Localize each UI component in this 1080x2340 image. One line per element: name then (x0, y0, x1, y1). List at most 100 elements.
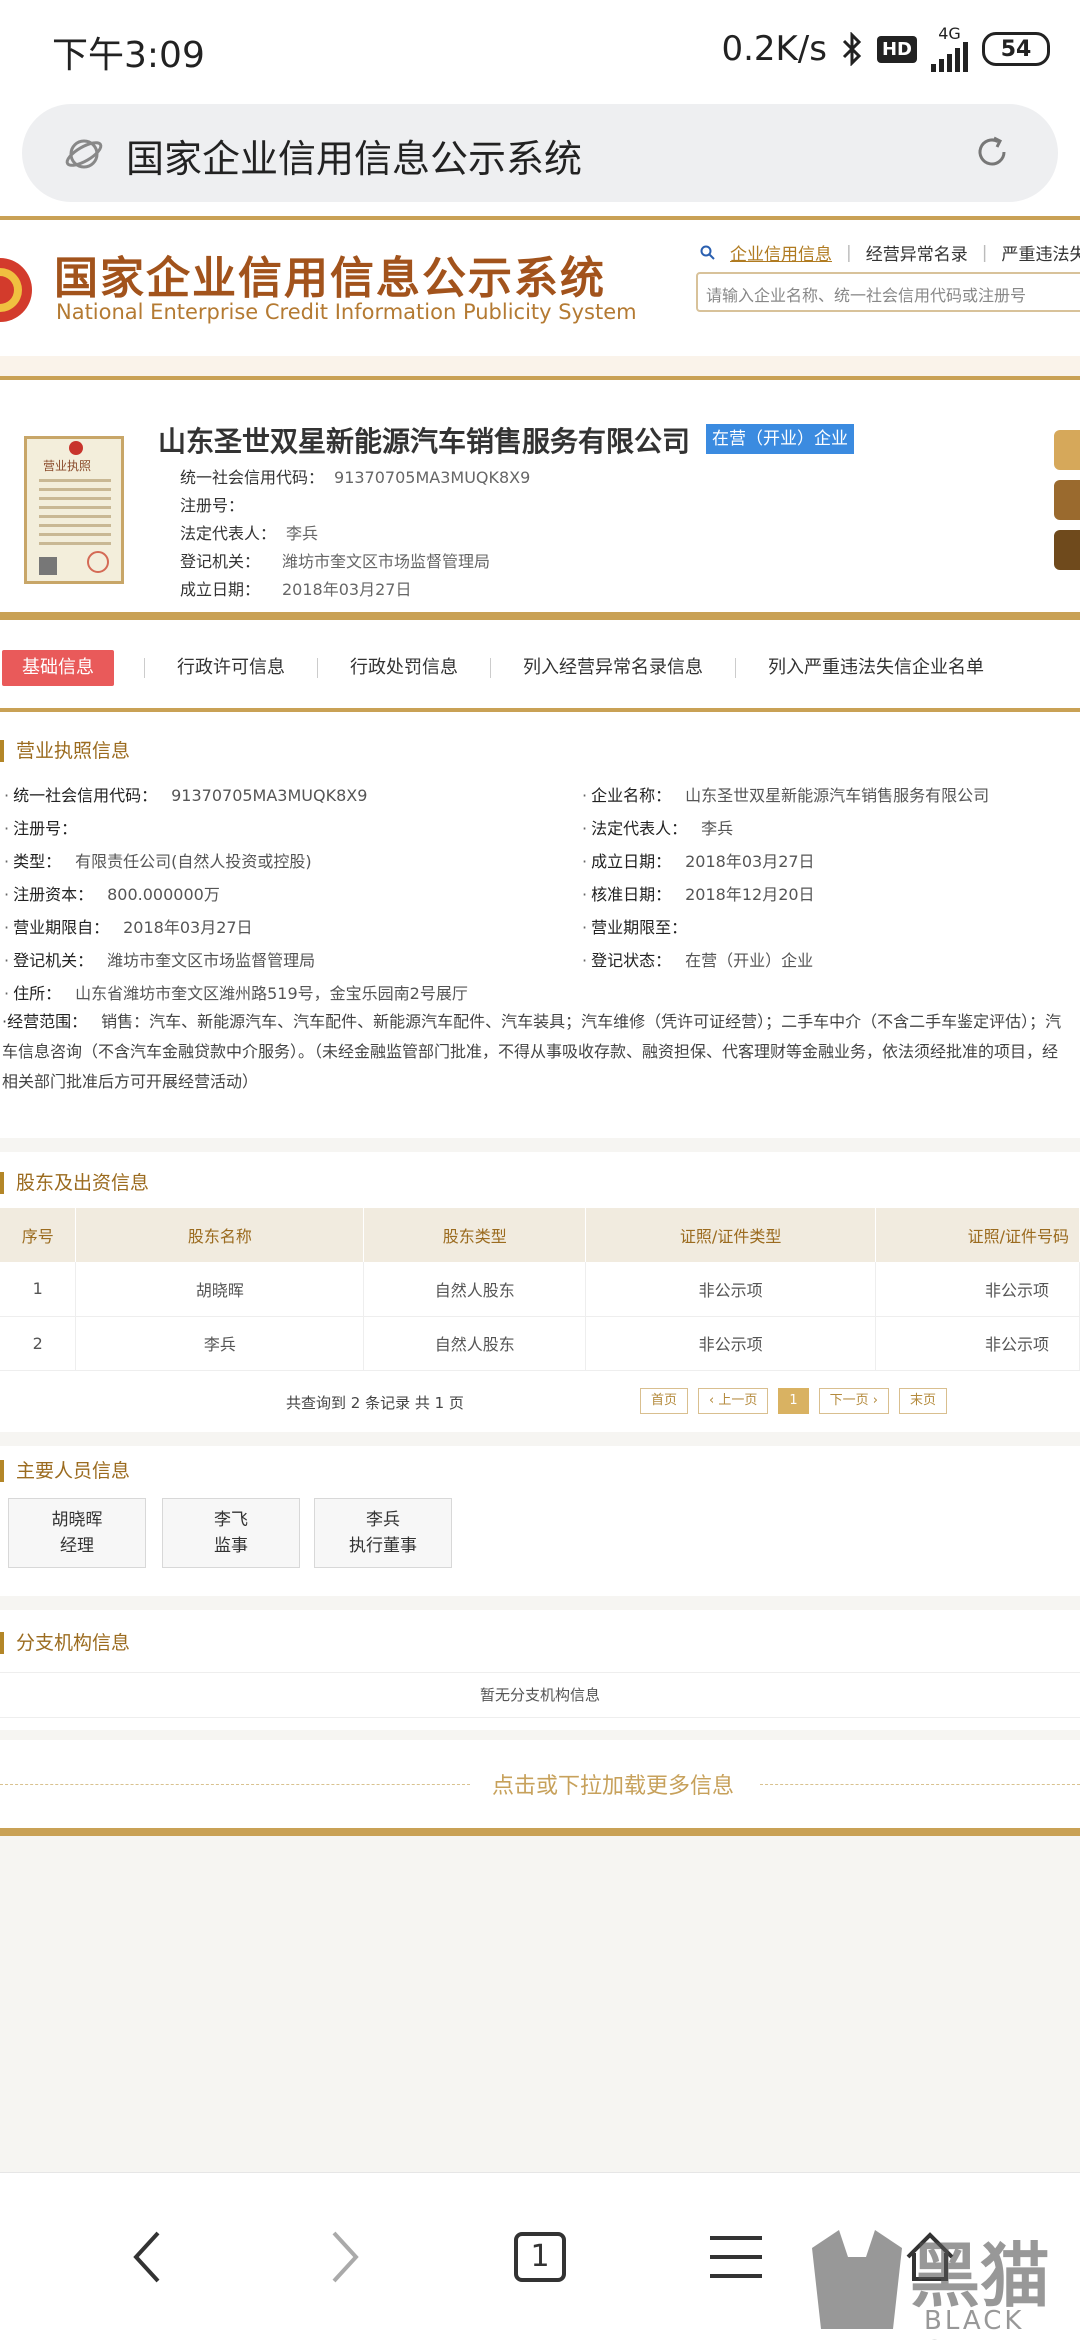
globe-icon (65, 139, 103, 169)
menu-icon (710, 2236, 762, 2278)
license-field: · 统一社会信用代码： 91370705MA3MUQK8X9 (4, 786, 368, 805)
signal-icon (931, 42, 968, 72)
site-subtitle: National Enterprise Credit Information P… (56, 300, 637, 324)
person-card[interactable]: 胡晓晖 经理 (8, 1498, 146, 1568)
watermark-subtext: BLACK CAT (924, 2306, 1025, 2340)
summary-field: 统一社会信用代码： 91370705MA3MUQK8X9 (180, 468, 531, 487)
tab-admin-license[interactable]: 行政许可信息 (145, 650, 317, 686)
nav-serious-violation[interactable]: 严重违法失信 (1001, 240, 1080, 265)
back-button[interactable] (108, 2217, 188, 2297)
person-role: 监事 (214, 1536, 248, 1556)
license-field: · 住所： 山东省潍坊市奎文区潍州路519号，金宝乐园南2号展厅 (4, 984, 468, 1003)
license-field: · 法定代表人： 李兵 (582, 819, 734, 838)
tab-serious-violation[interactable]: 列入严重违法失信企业名单 (736, 650, 1016, 686)
side-action-button-3[interactable] (1054, 530, 1080, 570)
shareholders-section: 股东及出资信息 序号 股东名称 股东类型 证照/证件类型 证照/证件号码 1 胡… (0, 1152, 1080, 1432)
business-scope: ·经营范围： 销售：汽车、新能源汽车、汽车配件、新能源汽车配件、汽车装具；汽车维修… (2, 1012, 1062, 1091)
pagination-summary: 共查询到 2 条记录 共 1 页 (286, 1394, 464, 1412)
first-page-button[interactable]: 首页 (640, 1388, 689, 1414)
person-name: 李飞 (214, 1510, 248, 1530)
branches-section: 分支机构信息 暂无分支机构信息 (0, 1610, 1080, 1730)
license-field: · 类型： 有限责任公司(自然人投资或控股) (4, 852, 312, 871)
last-page-button[interactable]: 末页 (898, 1388, 947, 1414)
license-field: · 注册号： (4, 819, 78, 838)
qr-code-icon (39, 557, 57, 575)
license-image-title: 营业执照 (43, 459, 92, 473)
empty-branch-message: 暂无分支机构信息 (0, 1672, 1080, 1718)
summary-field: 登记机关： 潍坊市奎文区市场监督管理局 (180, 552, 491, 571)
table-row: 2 李兵 自然人股东 非公示项 非公示项 (0, 1316, 1080, 1371)
site-header: 国家企业信用信息公示系统 National Enterprise Credit … (0, 216, 1080, 356)
address-text[interactable]: 国家企业信用信息公示系统 (126, 128, 582, 183)
nav-abnormal-list[interactable]: 经营异常名录 (866, 240, 968, 265)
search-icon (700, 245, 715, 260)
pagination: 首页 ‹ 上一页 1 下一页 › 末页 (640, 1388, 947, 1414)
section-title: 股东及出资信息 (0, 1172, 149, 1194)
license-field: · 注册资本： 800.000000万 (4, 885, 220, 904)
company-summary-fields: 统一社会信用代码： 91370705MA3MUQK8X9 注册号： 法定代表人：李… (180, 464, 530, 604)
tab-basic-info[interactable]: 基础信息 (2, 650, 114, 686)
seal-icon (69, 441, 83, 455)
section-title: 分支机构信息 (0, 1632, 130, 1654)
person-name: 李兵 (366, 1510, 400, 1530)
summary-field: 法定代表人： 李兵 (180, 524, 319, 543)
network-speed: 0.2K/s (721, 29, 827, 69)
column-header: 证照/证件类型 (585, 1208, 877, 1262)
browser-toolbar: 国家企业信用信息公示系统 (0, 96, 1080, 216)
business-license-section: 营业执照信息 · 统一社会信用代码： 91370705MA3MUQK8X9 · 注册号… (0, 720, 1080, 1138)
chevron-left-icon (133, 2231, 160, 2283)
license-field: · 登记状态： 在营（开业）企业 (582, 951, 814, 970)
page-number-button[interactable]: 1 (778, 1388, 809, 1414)
company-name: 山东圣世双星新能源汽车销售服务有限公司 (158, 425, 691, 458)
forward-button[interactable] (304, 2217, 384, 2297)
person-card[interactable]: 李飞 监事 (162, 1498, 300, 1568)
key-personnel-section: 主要人员信息 胡晓晖 经理 李飞 监事 李兵 执行董事 (0, 1446, 1080, 1596)
license-field: · 企业名称： 山东圣世双星新能源汽车销售服务有限公司 (582, 786, 990, 805)
network-type: 4G (938, 24, 961, 43)
status-icons: 0.2K/s HD 4G 54 (721, 26, 1050, 72)
stamp-icon (87, 551, 109, 573)
tab-admin-penalty[interactable]: 行政处罚信息 (318, 650, 490, 686)
reload-icon[interactable] (972, 132, 1012, 172)
company-card: 营业执照 山东圣世双星新能源汽车销售服务有限公司 在营（开业）企业 统一社会信用… (0, 376, 1080, 616)
license-field: · 登记机关： 潍坊市奎文区市场监督管理局 (4, 951, 316, 970)
network-indicator: 4G (931, 26, 968, 72)
section-title: 营业执照信息 (0, 740, 130, 762)
shareholders-table: 序号 股东名称 股东类型 证照/证件类型 证照/证件号码 1 胡晓晖 自然人股东… (0, 1208, 1080, 1371)
table-row: 1 胡晓晖 自然人股东 非公示项 非公示项 (0, 1262, 1080, 1317)
info-tabs: 基础信息 行政许可信息 行政处罚信息 列入经营异常名录信息 列入严重违法失信企业… (0, 620, 1080, 720)
business-license-image[interactable]: 营业执照 (24, 436, 124, 584)
load-more-bar[interactable]: 点击或下拉加载更多信息 (0, 1740, 1080, 1828)
header-search-input[interactable]: 请输入企业名称、统一社会信用代码或注册号 (696, 272, 1080, 312)
table-header-row: 序号 股东名称 股东类型 证照/证件类型 证照/证件号码 (0, 1208, 1080, 1262)
tab-count: 1 (514, 2232, 566, 2282)
address-bar[interactable]: 国家企业信用信息公示系统 (22, 104, 1058, 202)
column-header: 序号 (0, 1208, 77, 1262)
person-role: 经理 (60, 1536, 94, 1556)
bluetooth-icon (842, 32, 862, 66)
person-role: 执行董事 (349, 1536, 417, 1556)
site-title: 国家企业信用信息公示系统 (54, 253, 606, 304)
section-title: 主要人员信息 (0, 1460, 130, 1482)
side-action-button-2[interactable] (1054, 480, 1080, 520)
side-action-button-1[interactable] (1054, 430, 1080, 470)
summary-field: 注册号： (180, 496, 245, 515)
person-name: 胡晓晖 (51, 1510, 103, 1530)
person-card[interactable]: 李兵 执行董事 (314, 1498, 452, 1568)
chevron-right-icon (332, 2231, 359, 2283)
summary-field: 成立日期： 2018年03月27日 (180, 580, 412, 599)
license-field: · 营业期限自： 2018年03月27日 (4, 918, 253, 937)
menu-button[interactable] (696, 2217, 776, 2297)
battery-icon: 54 (982, 32, 1050, 66)
tab-abnormal-list[interactable]: 列入经营异常名录信息 (491, 650, 735, 686)
status-badge: 在营（开业）企业 (706, 424, 854, 454)
column-header: 证照/证件号码 (875, 1208, 1080, 1262)
prev-page-button[interactable]: ‹ 上一页 (698, 1388, 769, 1414)
license-field: · 核准日期： 2018年12月20日 (582, 885, 815, 904)
status-time: 下午3:09 (52, 35, 205, 76)
tabs-button[interactable]: 1 (500, 2217, 580, 2297)
page-bottom-divider (0, 1828, 1080, 1836)
nav-credit-info[interactable]: 企业信用信息 (730, 240, 832, 265)
load-more-button[interactable]: 点击或下拉加载更多信息 (492, 1768, 734, 1800)
next-page-button[interactable]: 下一页 › (818, 1388, 889, 1414)
